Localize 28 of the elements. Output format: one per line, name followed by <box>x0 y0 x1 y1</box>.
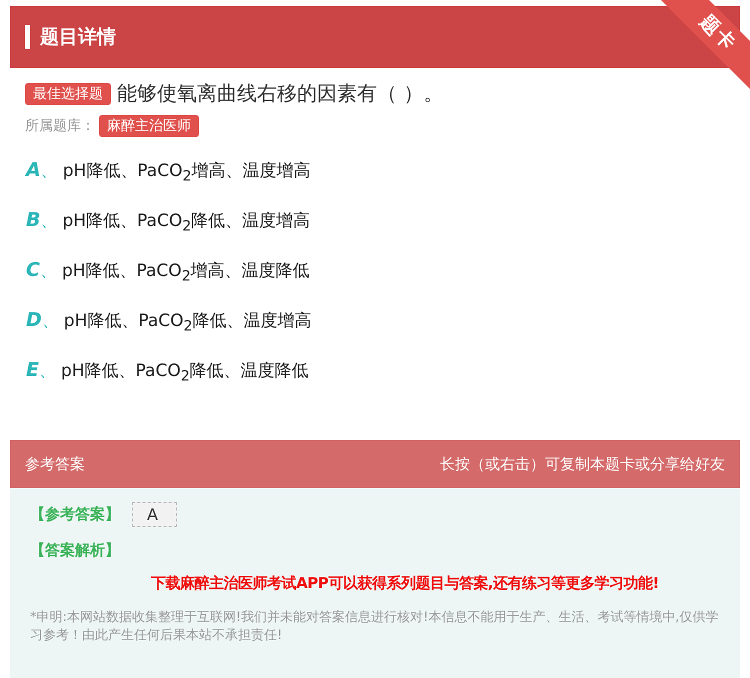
option-text: pH降低、PaCO$_{2}$增高、温度增高 <box>62 160 310 184</box>
option-letter: A <box>26 159 41 181</box>
header-accent <box>25 25 30 49</box>
bank-tag[interactable]: 麻醉主治医师 <box>99 115 199 137</box>
analysis-label: 【答案解析】 <box>30 541 121 560</box>
answer-label: 【参考答案】 <box>30 505 120 524</box>
option-text: pH降低、PaCO$_{2}$增高、温度降低 <box>62 260 310 284</box>
question-text: 能够使氧离曲线右移的因素有（ ）。 <box>117 80 444 107</box>
option-separator: 、 <box>38 360 57 382</box>
option-text: pH降低、PaCO$_{2}$降低、温度降低 <box>60 360 309 384</box>
option-text: pH降低、PaCO$_{2}$降低、温度增高 <box>64 310 312 334</box>
option-separator: 、 <box>40 160 59 182</box>
option-separator: 、 <box>40 260 58 282</box>
option-text: pH降低、PaCO$_{2}$降低、温度增高 <box>62 210 310 234</box>
option-letter: D <box>26 309 42 331</box>
answer-value: A <box>132 502 177 527</box>
page-title: 题目详情 <box>40 25 116 50</box>
option-separator: 、 <box>40 210 58 232</box>
disclaimer-text: *申明:本网站数据收集整理于互联网!我们并未能对答案信息进行核对!本信息不能用于生产、生活、考试等情境中,仅供学习参考！由此产生任何后果本站不承担责任! <box>30 609 720 645</box>
bank-label: 所属题库： <box>25 117 95 135</box>
option-letter: B <box>26 209 40 231</box>
answer-section-title: 参考答案 <box>25 454 85 474</box>
option-separator: 、 <box>42 310 60 332</box>
question-type-badge: 最佳选择题 <box>25 82 111 104</box>
share-hint: 长按（或右击）可复制本题卡或分享给好友 <box>440 454 725 474</box>
option-letter: E <box>26 359 39 381</box>
option-letter: C <box>26 259 40 281</box>
promo-text: 下载麻醉主治医师考试APP可以获得系列题目与答案,还有练习等更多学习功能! <box>150 574 660 593</box>
